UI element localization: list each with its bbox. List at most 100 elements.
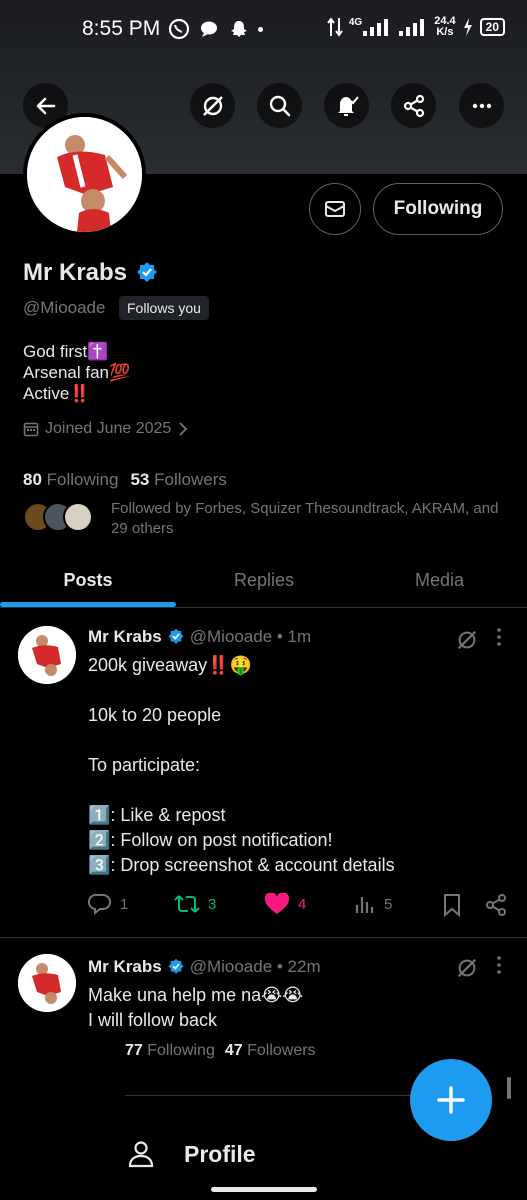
more-button[interactable] <box>459 83 504 128</box>
search-button[interactable] <box>257 83 302 128</box>
post-actions: 1 3 4 5 <box>88 893 513 923</box>
post[interactable]: Mr Krabs @Miooade • 1m 200k giveaway‼️🤑 … <box>0 608 527 938</box>
share-icon <box>403 94 424 117</box>
notifications-button[interactable] <box>324 83 369 128</box>
more-icon <box>472 103 491 108</box>
grok-icon <box>202 95 223 116</box>
calendar-icon <box>23 422 39 437</box>
share-icon <box>486 894 506 916</box>
joined-date[interactable]: Joined June 2025 <box>23 420 189 438</box>
reply-icon <box>88 893 111 915</box>
chat-icon <box>201 21 217 37</box>
tab-replies[interactable]: Replies <box>176 552 352 608</box>
followed-by-avatars[interactable] <box>23 502 93 532</box>
battery-icon: 20 <box>479 18 505 36</box>
dot-icon <box>258 26 263 32</box>
whatsapp-icon <box>168 18 190 40</box>
chevron-right-icon <box>179 422 188 436</box>
grok-button[interactable] <box>190 83 235 128</box>
bell-icon <box>337 95 359 116</box>
avatar-image <box>27 117 142 232</box>
like-button[interactable]: 4 <box>264 893 306 915</box>
share-button[interactable] <box>391 83 436 128</box>
avatar <box>63 502 93 532</box>
verified-badge-icon <box>168 628 184 644</box>
drawer-follow-counts: 77 Following 47 Followers <box>125 1042 316 1060</box>
verified-badge-icon <box>168 958 184 974</box>
reply-button[interactable]: 1 <box>88 893 128 915</box>
bookmark-button[interactable] <box>442 893 462 917</box>
divider <box>125 1095 415 1096</box>
network-speed: 24.4 K/s <box>434 15 456 38</box>
follows-you-badge: Follows you <box>119 296 209 320</box>
person-icon <box>128 1141 154 1168</box>
network-type: 4G <box>348 16 363 28</box>
status-bar: 8:55 PM 4G 24.4 K/s 20 <box>0 14 527 46</box>
following-link[interactable]: 80 Following <box>23 470 118 490</box>
tab-posts[interactable]: Posts <box>0 552 176 608</box>
post-author[interactable]: Mr Krabs <box>88 627 162 647</box>
active-tab-indicator <box>0 602 176 607</box>
profile-avatar[interactable] <box>23 113 146 236</box>
plus-icon <box>437 1086 465 1114</box>
bio-line: Active‼️ <box>23 384 91 403</box>
repost-count: 3 <box>208 895 217 913</box>
profile-menu-item[interactable]: Profile <box>128 1140 256 1168</box>
post-meta: @Miooade • 1m <box>189 627 312 646</box>
signal-icon <box>363 19 389 36</box>
post-text: 200k giveaway‼️🤑 10k to 20 people To par… <box>88 655 395 875</box>
bookmark-icon <box>444 894 460 917</box>
post-author[interactable]: Mr Krabs <box>88 957 162 977</box>
more-icon[interactable] <box>497 628 501 646</box>
data-transfer-icon <box>327 17 343 37</box>
following-link[interactable]: 77 Following <box>125 1042 215 1060</box>
repost-button[interactable]: 3 <box>174 893 216 915</box>
tab-media[interactable]: Media <box>352 552 527 608</box>
bio-line: God first✝️ <box>23 342 109 361</box>
avatar[interactable] <box>18 954 76 1012</box>
scrollbar[interactable] <box>507 1077 511 1099</box>
post-header: Mr Krabs @Miooade • 22m <box>88 957 321 977</box>
profile-bio: God first✝️ Arsenal fan💯 Active‼️ <box>23 341 130 404</box>
followers-link[interactable]: 53 Followers <box>130 470 226 490</box>
avatar-image <box>18 626 76 684</box>
grok-icon[interactable] <box>455 956 479 980</box>
charging-icon <box>463 18 472 36</box>
profile-label: Profile <box>184 1140 256 1167</box>
followers-link[interactable]: 47 Followers <box>225 1042 316 1060</box>
avatar[interactable] <box>18 626 76 684</box>
home-indicator[interactable] <box>211 1187 317 1192</box>
mail-icon <box>325 201 345 217</box>
signal-icon-2 <box>399 19 425 36</box>
status-time: 8:55 PM <box>82 17 161 40</box>
views-button[interactable]: 5 <box>354 893 392 915</box>
message-button[interactable] <box>309 183 361 235</box>
view-count: 5 <box>384 895 393 913</box>
snapchat-icon <box>231 21 247 37</box>
like-count: 4 <box>298 895 307 913</box>
bio-line: Arsenal fan💯 <box>23 363 131 382</box>
verified-badge-icon <box>137 262 158 282</box>
post-header: Mr Krabs @Miooade • 1m <box>88 627 311 647</box>
repost-icon <box>174 895 200 913</box>
profile-name: Mr Krabs <box>23 259 128 286</box>
post[interactable]: Mr Krabs @Miooade • 22m Make una help me… <box>0 938 527 1048</box>
reply-count: 1 <box>120 895 129 913</box>
compose-button[interactable] <box>410 1059 492 1141</box>
following-button[interactable]: Following <box>373 183 503 235</box>
heart-icon <box>264 893 290 914</box>
more-icon[interactable] <box>497 956 501 974</box>
followed-by-text[interactable]: Followed by Forbes, Squizer Thesoundtrac… <box>111 499 511 539</box>
grok-icon[interactable] <box>455 628 479 652</box>
search-icon <box>269 95 290 116</box>
share-button[interactable] <box>484 893 508 917</box>
post-meta: @Miooade • 22m <box>189 957 321 976</box>
back-arrow-icon <box>36 97 55 114</box>
views-icon <box>355 897 374 913</box>
profile-name-row: Mr Krabs <box>23 259 159 287</box>
avatar-image <box>18 954 76 1012</box>
joined-label: Joined June 2025 <box>45 420 172 437</box>
post-text: Make una help me na😭😭 I will follow back <box>88 985 304 1030</box>
profile-tabs: Posts Replies Media <box>0 552 527 608</box>
follow-counts: 80 Following 53 Followers <box>23 470 227 490</box>
